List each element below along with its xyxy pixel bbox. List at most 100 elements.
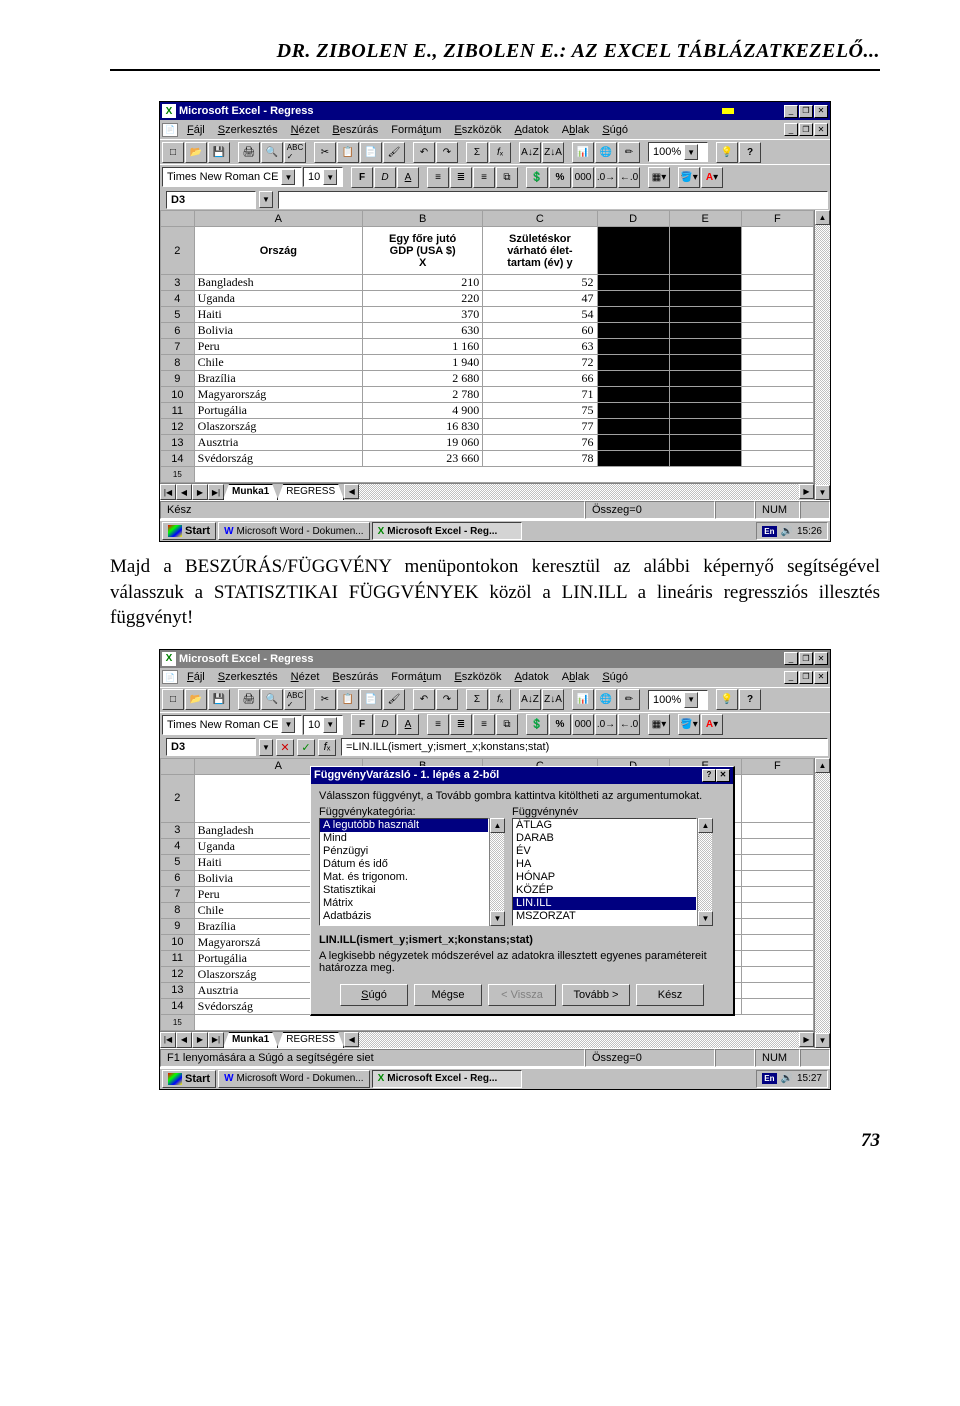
cell[interactable] <box>669 403 741 419</box>
cell[interactable] <box>741 998 813 1014</box>
kb-layout-icon[interactable]: En <box>762 1073 776 1084</box>
menu-format[interactable]: Formátum <box>385 669 447 685</box>
sheet-tab[interactable]: REGRESS <box>277 484 344 500</box>
chart-icon[interactable]: 📊 <box>572 689 594 710</box>
list-item[interactable]: HÓNAP <box>513 871 696 884</box>
cell[interactable]: 2 780 <box>363 387 483 403</box>
cell[interactable] <box>741 982 813 998</box>
chart-icon[interactable]: 📊 <box>572 142 594 163</box>
menu-tools[interactable]: Eszközök <box>448 122 507 138</box>
row-header[interactable]: 14 <box>161 998 195 1014</box>
menu-file[interactable]: Fájl <box>181 669 211 685</box>
row-header[interactable]: 11 <box>161 403 195 419</box>
doc-close-button[interactable]: ✕ <box>814 671 828 684</box>
fx-icon[interactable]: fₓ <box>318 739 336 756</box>
cell[interactable] <box>741 918 813 934</box>
preview-icon[interactable]: 🔍 <box>261 689 283 710</box>
currency-icon[interactable]: 💲 <box>526 714 548 735</box>
col-a[interactable]: A <box>194 211 362 227</box>
cell[interactable]: 16 830 <box>363 419 483 435</box>
function-icon[interactable]: fₓ <box>489 689 511 710</box>
system-tray[interactable]: En 🔊 15:26 <box>756 522 828 540</box>
scroll-up-icon[interactable]: ▲ <box>815 758 830 773</box>
menu-window[interactable]: Ablak <box>556 122 596 138</box>
cell[interactable] <box>669 291 741 307</box>
autosum-icon[interactable]: Σ <box>466 142 488 163</box>
dialog-close-button[interactable]: ✕ <box>716 769 730 782</box>
doc-restore-button[interactable]: ❐ <box>799 671 813 684</box>
menu-window[interactable]: Ablak <box>556 669 596 685</box>
cell[interactable] <box>669 275 741 291</box>
doc-minimize-button[interactable]: _ <box>784 123 798 136</box>
currency-icon[interactable]: 💲 <box>526 167 548 188</box>
select-all-button[interactable] <box>161 758 195 774</box>
menu-data[interactable]: Adatok <box>509 122 555 138</box>
cell[interactable]: Bolivia <box>194 323 362 339</box>
menu-file[interactable]: Fájl <box>181 122 211 138</box>
namebox-drop-icon[interactable]: ▼ <box>259 191 273 208</box>
tipwizard-icon[interactable]: 💡 <box>716 142 738 163</box>
scroll-right-icon[interactable]: ▶ <box>799 484 814 499</box>
row-header[interactable]: 2 <box>161 774 195 822</box>
dialog-titlebar[interactable]: FüggvényVarázsló - 1. lépés a 2-ből ? ✕ <box>311 767 733 784</box>
spellcheck-icon[interactable]: ABC✓ <box>284 689 306 710</box>
tab-prev-icon[interactable]: ◀ <box>176 1032 192 1048</box>
align-right-icon[interactable]: ≡ <box>473 714 495 735</box>
menu-insert[interactable]: Beszúrás <box>326 669 384 685</box>
cell[interactable]: 4 900 <box>363 403 483 419</box>
cell[interactable]: 2 680 <box>363 371 483 387</box>
list-item[interactable]: LIN.ILL <box>513 897 696 910</box>
list-item[interactable]: A legutóbb használt <box>320 819 488 832</box>
align-left-icon[interactable]: ≡ <box>427 167 449 188</box>
sheet-tab[interactable]: REGRESS <box>277 1032 344 1048</box>
taskbar-word[interactable]: WMicrosoft Word - Dokumen... <box>218 522 370 540</box>
cell[interactable]: 1 160 <box>363 339 483 355</box>
align-center-icon[interactable]: ≣ <box>450 714 472 735</box>
cell[interactable]: Egy főre jutó GDP (USA $) X <box>363 227 483 275</box>
copy-icon[interactable]: 📋 <box>337 689 359 710</box>
paste-icon[interactable]: 📄 <box>360 689 382 710</box>
row-header[interactable]: 15 <box>161 1014 195 1030</box>
cell[interactable] <box>669 307 741 323</box>
cell[interactable]: Haiti <box>194 307 362 323</box>
row-header[interactable]: 12 <box>161 419 195 435</box>
row-header[interactable]: 8 <box>161 902 195 918</box>
autosum-icon[interactable]: Σ <box>466 689 488 710</box>
row-header[interactable]: 6 <box>161 323 195 339</box>
cell[interactable]: Ország <box>194 227 362 275</box>
cell[interactable]: 52 <box>483 275 597 291</box>
menu-tools[interactable]: Eszközök <box>448 669 507 685</box>
list-item[interactable]: MSZORZAT <box>513 910 696 923</box>
row-header[interactable]: 2 <box>161 227 195 275</box>
cell[interactable]: Magyarország <box>194 387 362 403</box>
function-icon[interactable]: fₓ <box>489 142 511 163</box>
map-icon[interactable]: 🌐 <box>595 689 617 710</box>
align-center-icon[interactable]: ≣ <box>450 167 472 188</box>
cell[interactable] <box>597 227 669 275</box>
row-header[interactable]: 13 <box>161 982 195 998</box>
scroll-up-icon[interactable]: ▲ <box>815 210 830 225</box>
cell[interactable]: Chile <box>194 355 362 371</box>
zoom-combo[interactable]: 100%▼ <box>648 142 708 162</box>
name-box[interactable]: D3 <box>166 738 256 756</box>
cell[interactable]: 72 <box>483 355 597 371</box>
list-item[interactable]: HA <box>513 858 696 871</box>
inc-dec-icon[interactable]: .0→ <box>595 167 617 188</box>
comma-icon[interactable]: 000 <box>572 714 594 735</box>
scroll-down-icon[interactable]: ▼ <box>490 911 505 926</box>
fontsize-combo[interactable]: 10▼ <box>303 715 343 735</box>
col-f[interactable]: F <box>741 211 813 227</box>
list-item[interactable]: Mátrix <box>320 897 488 910</box>
cell[interactable] <box>741 291 813 307</box>
col-b[interactable]: B <box>363 211 483 227</box>
tipwizard-icon[interactable]: 💡 <box>716 689 738 710</box>
cell[interactable]: 630 <box>363 323 483 339</box>
cell[interactable] <box>741 966 813 982</box>
redo-icon[interactable]: ↷ <box>436 142 458 163</box>
borders-icon[interactable]: ▦▾ <box>648 714 670 735</box>
tab-first-icon[interactable]: |◀ <box>160 484 176 500</box>
list-item[interactable]: Statisztikai <box>320 884 488 897</box>
col-e[interactable]: E <box>669 211 741 227</box>
list-item[interactable]: Mind <box>320 832 488 845</box>
cell[interactable] <box>597 339 669 355</box>
